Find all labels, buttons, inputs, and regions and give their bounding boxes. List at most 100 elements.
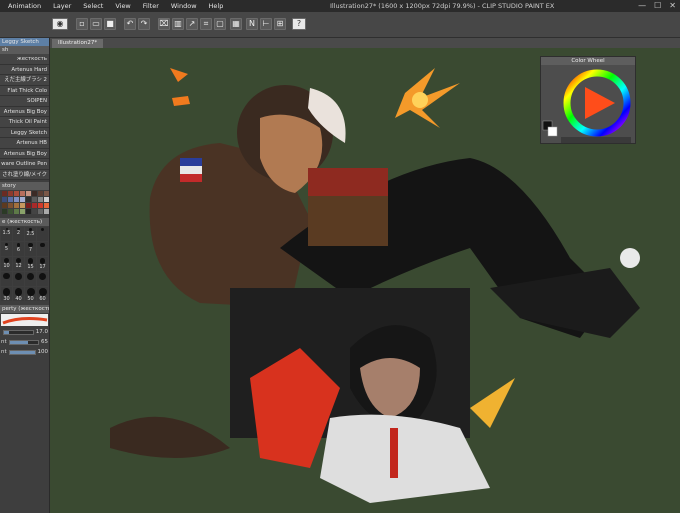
property-value[interactable]: 100	[38, 347, 49, 357]
palette-swatch[interactable]	[2, 191, 7, 196]
brush-item[interactable]: され塗り線/メイク	[0, 169, 49, 180]
palette-swatch[interactable]	[8, 209, 13, 214]
menu-select[interactable]: Select	[77, 0, 109, 12]
palette-swatch[interactable]	[44, 191, 49, 196]
brush-size-cell[interactable]	[13, 272, 24, 286]
palette-swatch[interactable]	[38, 203, 43, 208]
maximize-button[interactable]: ☐	[654, 1, 661, 11]
brush-item[interactable]: жесткость	[0, 54, 49, 65]
vector-icon[interactable]: N	[246, 18, 258, 30]
property-value[interactable]: 65	[41, 337, 48, 347]
palette-swatch[interactable]	[8, 191, 13, 196]
sub-tool-header[interactable]: Leggy Sketch	[0, 38, 49, 46]
palette-swatch[interactable]	[2, 197, 7, 202]
palette-swatch[interactable]	[32, 203, 37, 208]
navigator-icon[interactable]: ◉	[52, 18, 68, 30]
brush-size-cell[interactable]: 50	[25, 287, 36, 302]
property-value[interactable]: 17.0	[36, 327, 48, 337]
palette-swatch[interactable]	[14, 197, 19, 202]
fill-icon[interactable]: ▥	[172, 18, 184, 30]
menu-filter[interactable]: Filter	[137, 0, 165, 12]
palette-swatch[interactable]	[20, 209, 25, 214]
menu-window[interactable]: Window	[165, 0, 203, 12]
palette-swatch[interactable]	[14, 191, 19, 196]
brush-item[interactable]: SOIPEN	[0, 96, 49, 107]
palette-swatch[interactable]	[14, 209, 19, 214]
color-wheel[interactable]	[541, 65, 637, 145]
brush-item[interactable]: Flat Thick Colo	[0, 85, 49, 96]
menu-view[interactable]: View	[109, 0, 136, 12]
brush-item[interactable]: Leggy Sketch	[0, 127, 49, 138]
brush-size-cell[interactable]: 6	[13, 242, 24, 256]
clear-icon[interactable]: ⌧	[158, 18, 170, 30]
palette-swatch[interactable]	[26, 191, 31, 196]
brush-size-cell[interactable]: 5	[1, 242, 12, 256]
brush-size-cell[interactable]: 2.5	[25, 227, 36, 241]
minimize-button[interactable]: —	[638, 1, 646, 11]
brush-size-cell[interactable]: 17	[37, 257, 48, 271]
palette-swatch[interactable]	[2, 209, 7, 214]
property-slider[interactable]	[3, 329, 34, 335]
tab-illustration[interactable]: Illustration27*	[52, 39, 104, 48]
palette-swatch[interactable]	[32, 209, 37, 214]
brush-size-header[interactable]: e (жесткость)	[0, 218, 49, 226]
palette-swatch[interactable]	[44, 209, 49, 214]
help-icon[interactable]: ?	[292, 18, 306, 30]
brush-size-cell[interactable]	[37, 242, 48, 256]
palette-swatch[interactable]	[44, 197, 49, 202]
property-slider[interactable]	[8, 339, 39, 345]
palette-swatch[interactable]	[2, 203, 7, 208]
open-folder-icon[interactable]: ▭	[90, 18, 102, 30]
brush-size-cell[interactable]: 60	[37, 287, 48, 302]
brush-size-cell[interactable]: 10	[1, 257, 12, 271]
undo-icon[interactable]: ↶	[124, 18, 136, 30]
palette-swatch[interactable]	[38, 197, 43, 202]
brush-item[interactable]: ware Outline Pen	[0, 159, 49, 170]
brush-item[interactable]: Thick Oil Paint	[0, 117, 49, 128]
palette-swatch[interactable]	[14, 203, 19, 208]
brush-size-cell[interactable]	[1, 272, 12, 286]
menu-layer[interactable]: Layer	[47, 0, 77, 12]
palette-swatch[interactable]	[20, 203, 25, 208]
brush-size-cell[interactable]: 12	[13, 257, 24, 271]
palette-swatch[interactable]	[38, 191, 43, 196]
palette-swatch[interactable]	[38, 209, 43, 214]
sub-tool-tab[interactable]: sh	[0, 46, 49, 54]
brush-size-cell[interactable]	[37, 272, 48, 286]
palette-swatch[interactable]	[26, 209, 31, 214]
palette-swatch[interactable]	[8, 203, 13, 208]
snap-ruler-icon[interactable]: ⊢	[260, 18, 272, 30]
palette-swatch[interactable]	[32, 191, 37, 196]
color-history-header[interactable]: story	[0, 182, 49, 190]
redo-icon[interactable]: ↷	[138, 18, 150, 30]
brush-item[interactable]: Artenus Hard	[0, 64, 49, 75]
brush-size-cell[interactable]	[25, 272, 36, 286]
save-icon[interactable]: ■	[104, 18, 116, 30]
palette-swatch[interactable]	[26, 197, 31, 202]
brush-size-cell[interactable]: 40	[13, 287, 24, 302]
brush-size-cell[interactable]	[37, 227, 48, 241]
property-slider[interactable]	[8, 349, 36, 355]
snap-grid-icon[interactable]: ⊞	[274, 18, 286, 30]
brush-item[interactable]: えだ主線ブラシ 2	[0, 75, 49, 86]
palette-swatch[interactable]	[26, 203, 31, 208]
crop-icon[interactable]: ⌗	[200, 18, 212, 30]
palette-swatch[interactable]	[20, 191, 25, 196]
brush-item[interactable]: Artenus HB	[0, 138, 49, 149]
brush-size-cell[interactable]: 15	[25, 257, 36, 271]
brush-item[interactable]: Artenus Big Boy	[0, 148, 49, 159]
tool-property-header[interactable]: perty (жесткость)	[0, 305, 49, 313]
palette-swatch[interactable]	[20, 197, 25, 202]
select-all-icon[interactable]: ▦	[230, 18, 242, 30]
menu-help[interactable]: Help	[203, 0, 230, 12]
brush-size-cell[interactable]: 7	[25, 242, 36, 256]
deselect-icon[interactable]: ▢	[214, 18, 226, 30]
brush-size-cell[interactable]: 1.5	[1, 227, 12, 241]
palette-swatch[interactable]	[44, 203, 49, 208]
palette-swatch[interactable]	[32, 197, 37, 202]
menu-animation[interactable]: Animation	[2, 0, 47, 12]
new-file-icon[interactable]: ▫	[76, 18, 88, 30]
close-button[interactable]: ✕	[669, 1, 676, 11]
brush-item[interactable]: Artenus Big Boy	[0, 106, 49, 117]
brush-size-cell[interactable]: 2	[13, 227, 24, 241]
